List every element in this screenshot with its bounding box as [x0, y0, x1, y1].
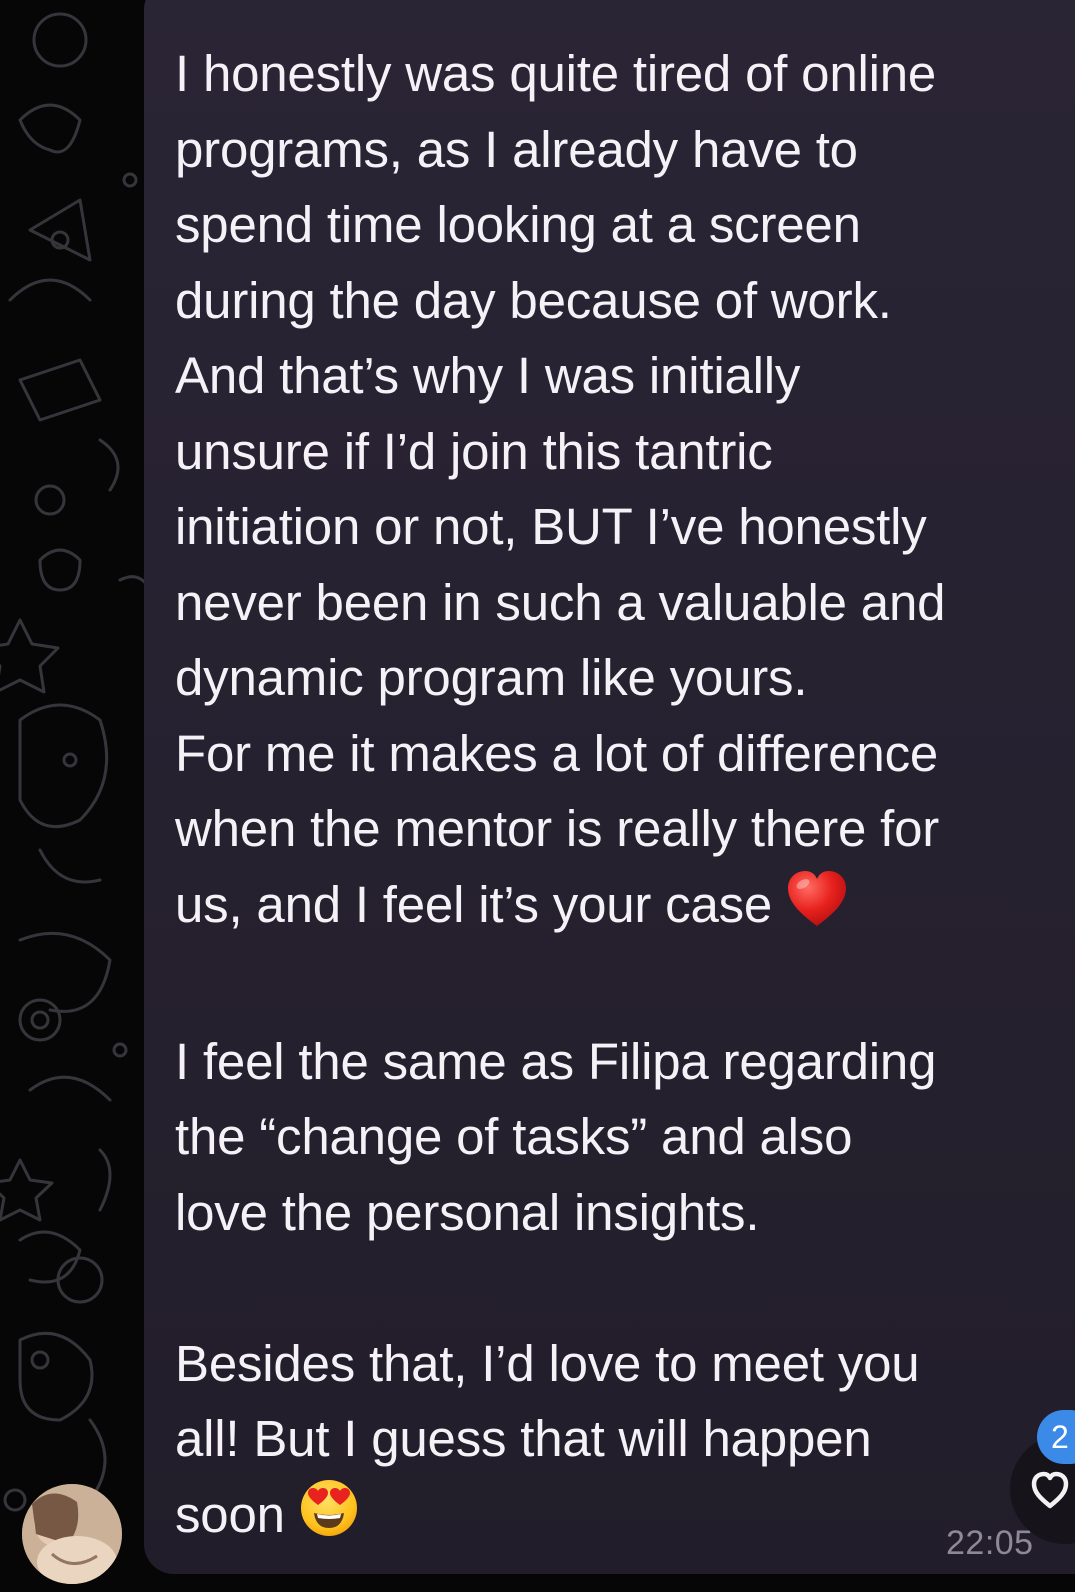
- message-line-with-emoji: soon: [175, 1477, 1055, 1559]
- message-line: when the mentor is really there for: [175, 800, 940, 857]
- message-line: all! But I guess that will happen: [175, 1410, 872, 1467]
- message-line: during the day because of work.: [175, 271, 892, 329]
- message-line: Besides that, I’d love to meet you: [175, 1334, 920, 1392]
- message-line: I honestly was quite tired of online: [175, 45, 937, 102]
- message-line: the “change of tasks” and also: [175, 1108, 853, 1165]
- message-line: For me it makes a lot of difference: [175, 724, 939, 782]
- message-line: love the personal insights.: [175, 1183, 760, 1241]
- sender-avatar[interactable]: [22, 1484, 122, 1584]
- message-line: programs, as I already have to: [175, 120, 858, 178]
- message-line: spend time looking at a screen: [175, 196, 861, 253]
- message-line: never been in such a valuable and: [175, 573, 946, 631]
- message-line: initiation or not, BUT I’ve honestly: [175, 498, 927, 555]
- message-text: I honestly was quite tired of online pro…: [175, 36, 1055, 1558]
- message-line: dynamic program like yours.: [175, 649, 808, 706]
- message-line: unsure if I’d join this tantric: [175, 422, 773, 480]
- red-heart-emoji-icon: [786, 870, 848, 949]
- message-line: I feel the same as Filipa regarding: [175, 1032, 937, 1090]
- chat-screen: I honestly was quite tired of online pro…: [0, 0, 1075, 1592]
- smiling-face-with-heart-eyes-emoji-icon: [299, 1478, 359, 1559]
- message-line-blank: [175, 948, 1055, 1024]
- message-line-text: us, and I feel it’s your case: [175, 875, 773, 933]
- message-line-blank: [175, 1250, 1055, 1326]
- message-line-text: soon: [175, 1485, 285, 1543]
- avatar-photo: [22, 1484, 122, 1584]
- message-line: And that’s why I was initially: [175, 347, 801, 404]
- message-line-with-emoji: us, and I feel it’s your case: [175, 867, 1055, 949]
